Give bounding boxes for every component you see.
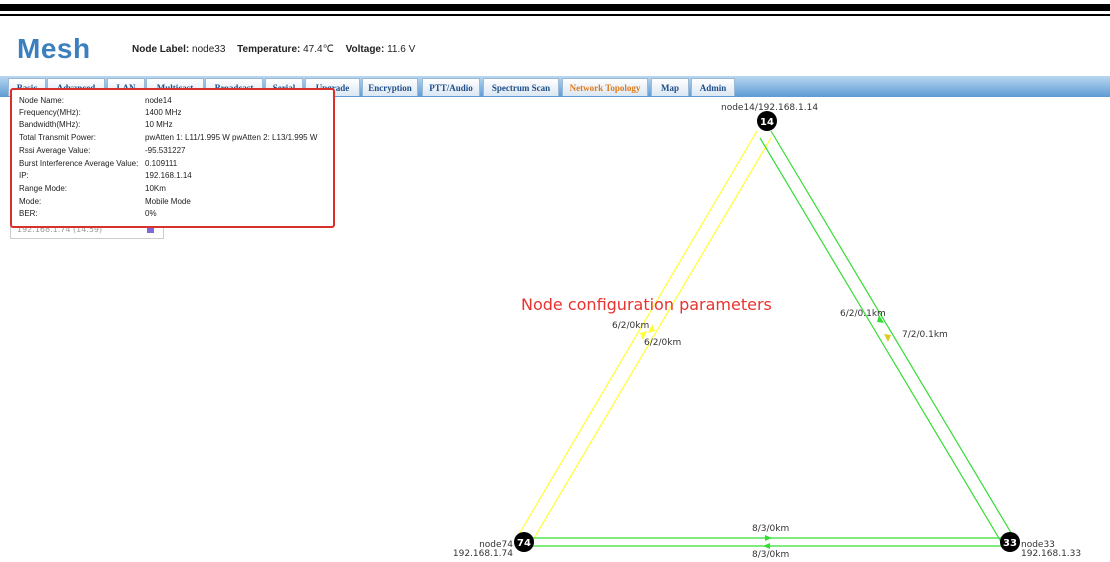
link-label: 6/2/0.1km: [840, 309, 886, 319]
annotation-text: Node configuration parameters: [521, 295, 772, 314]
link-label: 8/3/0km: [752, 524, 789, 534]
link-line[interactable]: [759, 137, 1004, 546]
link-label: 6/2/0km: [612, 321, 649, 331]
arrow-icon: [765, 535, 772, 541]
link-line[interactable]: [517, 130, 758, 537]
arrow-icon: [763, 543, 770, 549]
node-id: 14: [760, 117, 774, 128]
topology-canvas: 6/2/0km 6/2/0km 6/2/0.1km 7/2/0.1km 8/3/…: [453, 103, 1081, 560]
node-ip: 192.168.1.33: [1021, 549, 1081, 559]
node-id: 74: [517, 538, 531, 549]
link-line[interactable]: [770, 130, 1014, 537]
link-label: 7/2/0.1km: [902, 330, 948, 340]
node-id: 33: [1003, 538, 1017, 549]
link-label: 8/3/0km: [752, 550, 789, 560]
link-label: 6/2/0km: [644, 338, 681, 348]
node-ip: 192.168.1.74: [453, 549, 513, 559]
arrow-icon: [884, 334, 891, 342]
